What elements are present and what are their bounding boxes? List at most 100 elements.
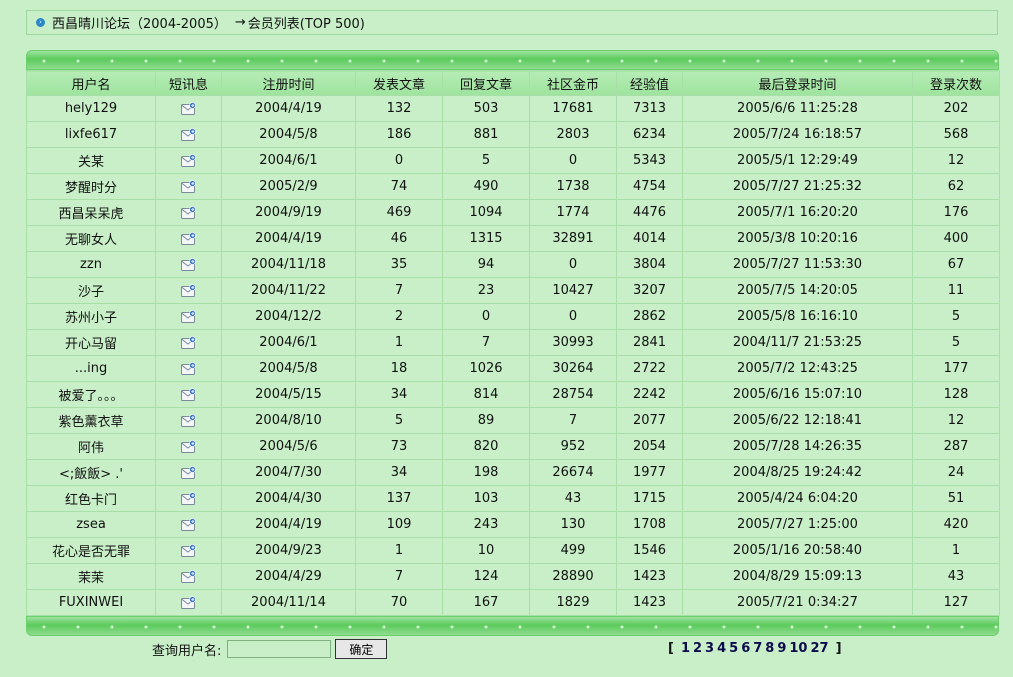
table-cell: 2004/8/29 15:09:13 [682, 563, 913, 590]
page-link[interactable]: 7 [753, 641, 762, 656]
message-cell [155, 589, 222, 616]
table-cell: 2004/12/2 [221, 303, 356, 330]
username-link[interactable]: 无聊女人 [26, 225, 156, 252]
message-cell [155, 329, 222, 356]
table-cell: 4754 [616, 173, 683, 200]
username-link[interactable]: zzn [26, 251, 156, 278]
send-message-icon[interactable] [181, 258, 196, 271]
table-cell: 881 [442, 121, 530, 148]
send-message-icon[interactable] [181, 180, 196, 193]
table-cell: 43 [912, 563, 1000, 590]
table-body: hely129 2004/4/19 132 503 17681 7313 2005/6/6 … [26, 95, 1000, 616]
username-link[interactable]: zsea [26, 511, 156, 538]
send-message-icon[interactable] [181, 570, 196, 583]
send-message-icon[interactable] [181, 388, 196, 401]
page-link[interactable]: 9 [777, 641, 786, 656]
table-cell: 2004/6/1 [221, 147, 356, 174]
table-bottom-band [26, 616, 999, 636]
username-link[interactable]: 花心是否无罪 [26, 537, 156, 564]
table-cell: 2005/5/1 12:29:49 [682, 147, 913, 174]
username-search-input[interactable] [227, 640, 332, 658]
message-cell [155, 199, 222, 226]
username-link[interactable]: FUXINWEI [26, 589, 156, 616]
table-row: 苏州小子 2004/12/2 2 0 0 2862 2005/5/8 16:16:10 5 [26, 303, 1000, 330]
table-cell: 2 [355, 303, 443, 330]
page-link[interactable]: 3 [705, 641, 714, 656]
send-message-icon[interactable] [181, 284, 196, 297]
send-message-icon[interactable] [181, 440, 196, 453]
table-cell: 0 [529, 251, 617, 278]
username-link[interactable]: 阿伟 [26, 433, 156, 460]
username-link[interactable]: 西昌呆呆虎 [26, 199, 156, 226]
username-link[interactable]: 沙子 [26, 277, 156, 304]
breadcrumb-forum[interactable]: 西昌晴川论坛（2004-2005） [52, 13, 227, 32]
username-link[interactable]: 关某 [26, 147, 156, 174]
send-message-icon[interactable] [181, 362, 196, 375]
table-row: zsea 2004/4/19 109 243 130 1708 2005/7/27 1:25… [26, 511, 1000, 538]
username-link[interactable]: lixfe617 [26, 121, 156, 148]
send-message-icon[interactable] [181, 336, 196, 349]
send-message-icon[interactable] [181, 466, 196, 479]
table-cell: 2005/7/27 1:25:00 [682, 511, 913, 538]
page-link[interactable]: 5 [729, 641, 738, 656]
send-message-icon[interactable] [181, 206, 196, 219]
send-message-icon[interactable] [181, 102, 196, 115]
table-cell: 5 [912, 329, 1000, 356]
page-link[interactable]: 10 [789, 641, 807, 656]
table-cell: 10427 [529, 277, 617, 304]
username-link[interactable]: ...ing [26, 355, 156, 382]
page-link[interactable]: 27 [810, 641, 828, 656]
table-cell: 400 [912, 225, 1000, 252]
table-top-band [26, 50, 999, 70]
table-cell: 490 [442, 173, 530, 200]
column-header: 短讯息 [155, 70, 222, 96]
page-link[interactable]: 4 [717, 641, 726, 656]
table-header-row: 用户名 短讯息 注册时间 发表文章 回复文章 社区金币 经验值 最后登录时间 登录次数 [26, 70, 1000, 96]
username-link[interactable]: 开心马留 [26, 329, 156, 356]
page-link[interactable]: 6 [741, 641, 750, 656]
message-cell [155, 121, 222, 148]
table-cell: 287 [912, 433, 1000, 460]
table-cell: 2004/5/8 [221, 121, 356, 148]
column-header: 经验值 [616, 70, 683, 96]
table-row: 梦醒时分 2005/2/9 74 490 1738 4754 2005/7/27 21:25… [26, 173, 1000, 200]
send-message-icon[interactable] [181, 596, 196, 609]
username-link[interactable]: 紫色薰衣草 [26, 407, 156, 434]
username-link[interactable]: 梦醒时分 [26, 173, 156, 200]
send-message-icon[interactable] [181, 544, 196, 557]
send-message-icon[interactable] [181, 518, 196, 531]
table-cell: 5 [912, 303, 1000, 330]
table-cell: 12 [912, 147, 1000, 174]
table-cell: 2004/5/6 [221, 433, 356, 460]
table-cell: 127 [912, 589, 1000, 616]
table-cell: 176 [912, 199, 1000, 226]
username-link[interactable]: 苏州小子 [26, 303, 156, 330]
send-message-icon[interactable] [181, 232, 196, 245]
search-submit-button[interactable]: 确定 [335, 639, 388, 659]
send-message-icon[interactable] [181, 154, 196, 167]
table-cell: 30993 [529, 329, 617, 356]
message-cell [155, 355, 222, 382]
table-cell: 124 [442, 563, 530, 590]
table-cell: 1829 [529, 589, 617, 616]
send-message-icon[interactable] [181, 310, 196, 323]
table-cell: 28754 [529, 381, 617, 408]
page-link[interactable]: 8 [765, 641, 774, 656]
table-cell: 1 [355, 537, 443, 564]
table-cell: 46 [355, 225, 443, 252]
username-link[interactable]: 被爱了。。。 [26, 381, 156, 408]
username-link[interactable]: <;飯飯> .' [26, 459, 156, 486]
send-message-icon[interactable] [181, 128, 196, 141]
page-link[interactable]: 2 [693, 641, 702, 656]
send-message-icon[interactable] [181, 492, 196, 505]
page-link[interactable]: 1 [681, 641, 690, 656]
username-link[interactable]: hely129 [26, 95, 156, 122]
table-cell: 2004/9/19 [221, 199, 356, 226]
table-cell: 2005/7/27 11:53:30 [682, 251, 913, 278]
username-link[interactable]: 红色卡门 [26, 485, 156, 512]
send-message-icon[interactable] [181, 414, 196, 427]
table-cell: 103 [442, 485, 530, 512]
table-row: lixfe617 2004/5/8 186 881 2803 6234 2005/7/24 … [26, 121, 1000, 148]
username-link[interactable]: 茉茉 [26, 563, 156, 590]
table-cell: 17681 [529, 95, 617, 122]
